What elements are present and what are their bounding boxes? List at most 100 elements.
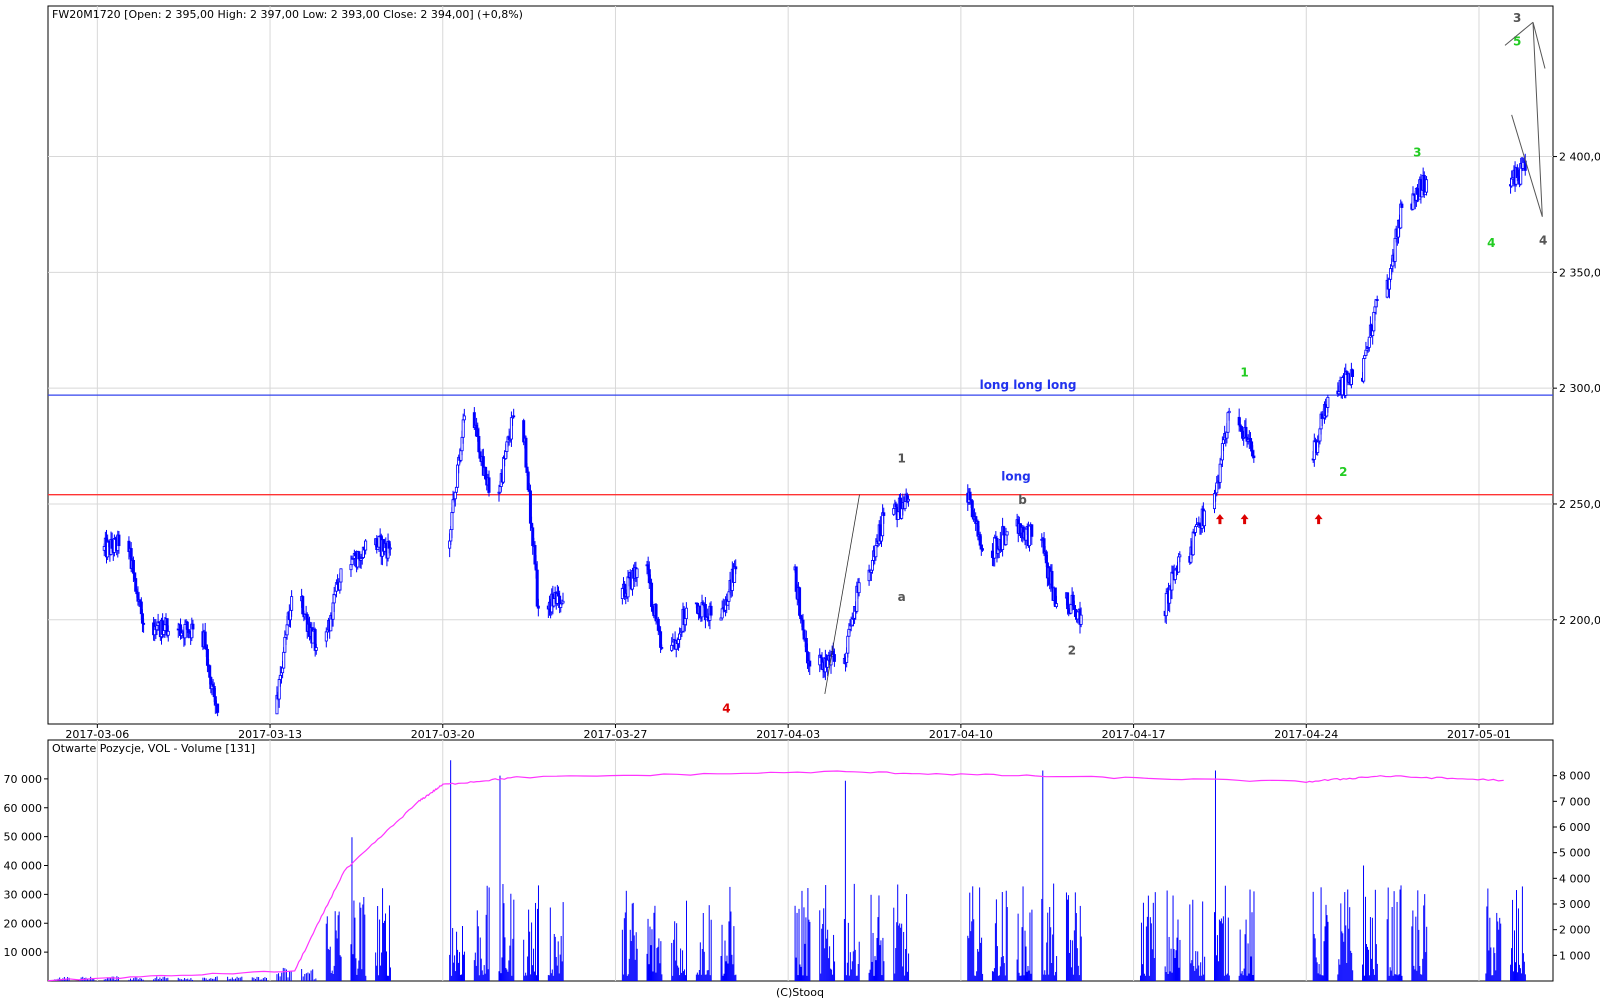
wave-label: 2 xyxy=(1339,465,1347,479)
candle-body xyxy=(1376,300,1378,301)
copyright: (C)Stooq xyxy=(776,986,824,999)
left-tick-label: 70 000 xyxy=(4,773,43,786)
wave-label: 1 xyxy=(1240,366,1248,380)
left-tick-label: 20 000 xyxy=(4,917,43,930)
wave-label: 1 xyxy=(897,451,905,465)
volume-header: Otwarte Pozycje, VOL - Volume [131] xyxy=(52,742,255,755)
candle-body xyxy=(883,513,885,516)
candle-body xyxy=(802,620,804,630)
wave-label: 5 xyxy=(1513,34,1521,48)
right-tick-label: 6 000 xyxy=(1559,821,1591,834)
candle-body xyxy=(981,549,983,551)
candle-body xyxy=(389,548,391,549)
candle-body xyxy=(132,560,134,573)
candle-body xyxy=(118,535,120,546)
candle-body xyxy=(283,652,285,668)
right-tick-label: 5 000 xyxy=(1559,847,1591,860)
chart-stage: long long longlong 41ab21234534 2017-03-… xyxy=(0,0,1600,1000)
wave-label: 4 xyxy=(1487,236,1495,250)
y-tick-label: 2 250,0 xyxy=(1559,498,1600,511)
wave-label: 4 xyxy=(1539,234,1547,248)
candle-body xyxy=(463,416,465,420)
candle-body xyxy=(488,478,490,493)
candle-body xyxy=(333,595,335,603)
candle-body xyxy=(907,499,909,501)
left-tick-label: 40 000 xyxy=(4,860,43,873)
candle-body xyxy=(1368,337,1370,347)
candle-body xyxy=(1253,456,1255,458)
x-tick-label: 2017-05-01 xyxy=(1447,728,1511,741)
candle-body xyxy=(315,648,317,651)
candle-body xyxy=(286,625,288,635)
candle-body xyxy=(537,606,539,608)
candle-body xyxy=(1003,527,1005,535)
y-tick-label: 2 350,0 xyxy=(1559,266,1600,279)
wave-label: 2 xyxy=(1068,644,1076,658)
right-tick-label: 3 000 xyxy=(1559,898,1591,911)
right-tick-label: 2 000 xyxy=(1559,924,1591,937)
x-tick-label: 2017-03-13 xyxy=(238,728,302,741)
candle-body xyxy=(1194,527,1196,533)
y-tick-label: 2 400,0 xyxy=(1559,151,1600,164)
y-tick-label: 2 200,0 xyxy=(1559,614,1600,627)
left-tick-label: 50 000 xyxy=(4,831,43,844)
x-tick-label: 2017-03-06 xyxy=(65,728,129,741)
left-tick-label: 30 000 xyxy=(4,888,43,901)
candle-body xyxy=(340,569,342,582)
wave-label: 4 xyxy=(722,701,730,715)
x-tick-label: 2017-04-24 xyxy=(1274,728,1338,741)
candle-body xyxy=(365,541,367,550)
candle-body xyxy=(513,416,515,417)
resistance-label: long long long xyxy=(980,378,1077,392)
candle-body xyxy=(1401,204,1403,207)
candle-body xyxy=(710,606,712,615)
main-header: FW20M1720 [Open: 2 395,00 High: 2 397,00… xyxy=(52,8,523,21)
x-tick-label: 2017-03-27 xyxy=(583,728,647,741)
candle-body xyxy=(525,438,527,467)
candle-body xyxy=(655,605,657,621)
candle-body xyxy=(904,502,906,509)
candle-body xyxy=(1031,525,1033,537)
x-tick-label: 2017-04-10 xyxy=(929,728,993,741)
right-tick-label: 4 000 xyxy=(1559,872,1591,885)
candle-body xyxy=(809,661,811,666)
x-tick-label: 2017-04-03 xyxy=(756,728,820,741)
left-tick-label: 60 000 xyxy=(4,802,43,815)
candle-body xyxy=(1080,615,1082,624)
candle-body xyxy=(192,624,194,629)
candle-body xyxy=(351,559,353,564)
x-tick-label: 2017-04-17 xyxy=(1102,728,1166,741)
candle-body xyxy=(1364,355,1366,358)
candle-body xyxy=(798,588,800,616)
support-label: long xyxy=(1001,470,1031,484)
candle-body xyxy=(833,654,835,661)
candle-body xyxy=(1327,397,1329,407)
candle-body xyxy=(167,631,169,635)
candle-body xyxy=(291,597,293,611)
candle-body xyxy=(1203,511,1205,526)
candle-body xyxy=(1055,604,1057,607)
x-tick-label: 2017-03-20 xyxy=(411,728,475,741)
candle-body xyxy=(1228,411,1230,412)
candle-body xyxy=(1192,532,1194,555)
candle-body xyxy=(1006,532,1008,535)
candle-body xyxy=(1216,483,1218,493)
chart-svg: long long longlong 41ab21234534 2017-03-… xyxy=(0,0,1600,1000)
right-tick-label: 7 000 xyxy=(1559,795,1591,808)
candle-body xyxy=(858,583,860,593)
candle-body xyxy=(685,608,687,618)
right-tick-label: 1 000 xyxy=(1559,949,1591,962)
candle-body xyxy=(735,567,737,569)
candle-body xyxy=(1245,427,1247,437)
candle-body xyxy=(1363,358,1365,381)
candle-body xyxy=(217,704,219,712)
candle-body xyxy=(142,623,144,624)
candle-body xyxy=(847,636,849,653)
candle-body xyxy=(186,622,188,629)
candle-body xyxy=(451,512,453,529)
candle-body xyxy=(636,569,638,578)
wave-label: 3 xyxy=(1413,146,1421,160)
y-tick-label: 2 300,0 xyxy=(1559,382,1600,395)
candle-body xyxy=(1351,370,1353,377)
candle-body xyxy=(1051,571,1053,587)
